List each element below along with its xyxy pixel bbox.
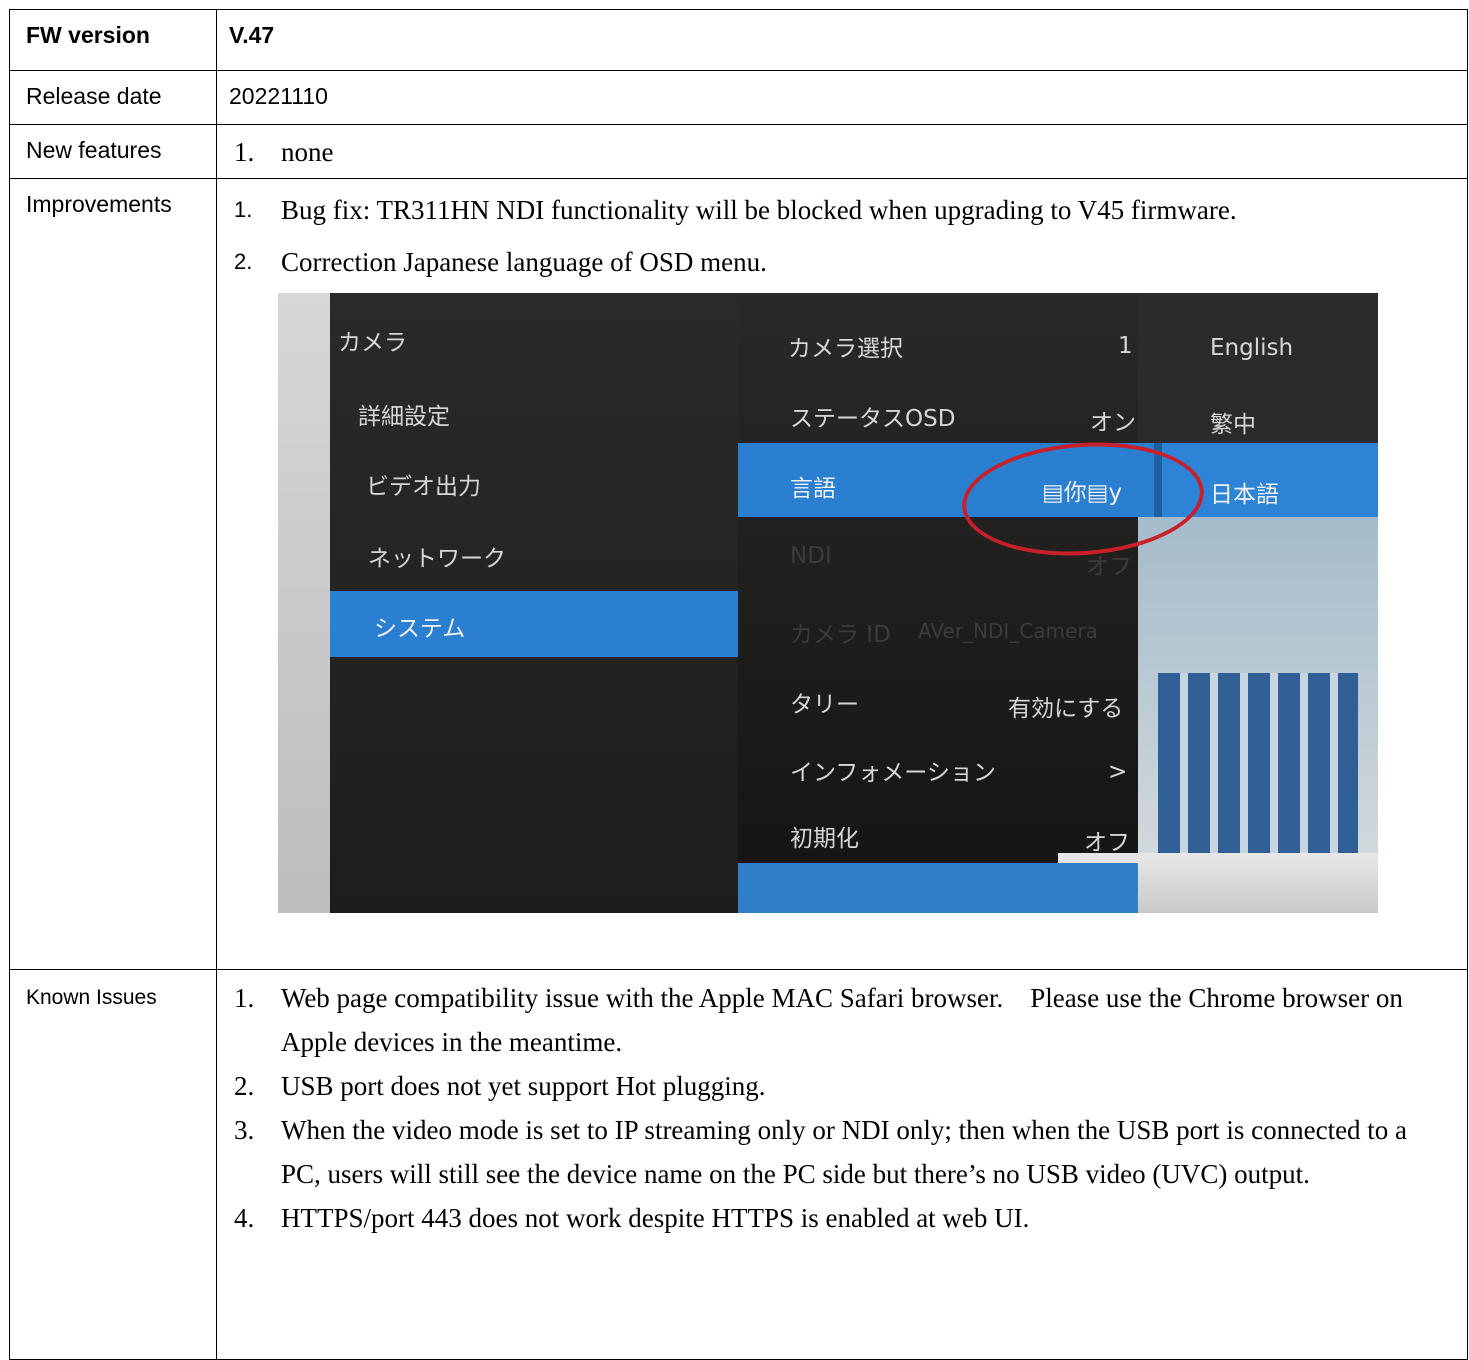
known-issues-label: Known Issues bbox=[26, 986, 157, 1009]
list-item: 2. USB port does not yet support Hot plug… bbox=[217, 1064, 1467, 1108]
osd-setting-label: NDI bbox=[790, 543, 832, 569]
list-text: USB port does not yet support Hot pluggi… bbox=[281, 1071, 766, 1101]
list-item: 4. HTTPS/port 443 does not work despite H… bbox=[217, 1196, 1467, 1240]
improvements-value-cell: 1. Bug fix: TR311HN NDI functionality wil… bbox=[216, 178, 1468, 970]
osd-setting-value: 1 bbox=[1118, 333, 1133, 359]
known-issues-value-cell: 1. Web page compatibility issue with the … bbox=[216, 969, 1468, 1360]
osd-setting-value: AVer_NDI_Camera bbox=[918, 619, 1098, 643]
list-text: none bbox=[281, 137, 334, 167]
osd-setting-value: オフ bbox=[1084, 830, 1130, 856]
osd-menu-photo: カメラ 詳細設定 ビデオ出力 ネットワーク システム カメラ選択 1 ステータス… bbox=[278, 293, 1378, 913]
list-number: 4. bbox=[234, 1203, 255, 1233]
osd-setting-label: 初期化 bbox=[790, 826, 859, 852]
list-item: 1. none bbox=[217, 130, 1467, 174]
osd-language-option: 繁中 bbox=[1210, 412, 1256, 438]
osd-setting-label: カメラ ID bbox=[790, 622, 891, 648]
list-text: Web page compatibility issue with the Ap… bbox=[281, 983, 1409, 1057]
list-text: HTTPS/port 443 does not work despite HTT… bbox=[281, 1203, 1030, 1233]
osd-setting-value: 有効にする bbox=[1008, 696, 1124, 722]
list-number: 1. bbox=[234, 197, 253, 222]
photo-margin bbox=[278, 293, 330, 913]
osd-language-option: English bbox=[1210, 335, 1294, 361]
osd-menu-item: システム bbox=[374, 616, 466, 642]
osd-setting-label: 言語 bbox=[790, 476, 836, 502]
list-item: 1. Web page compatibility issue with the … bbox=[217, 976, 1467, 1064]
improvements-label-cell: Improvements bbox=[9, 178, 217, 970]
osd-menu-item: 詳細設定 bbox=[358, 404, 450, 430]
list-number: 3. bbox=[234, 1115, 255, 1145]
osd-setting-value: オン bbox=[1090, 410, 1136, 436]
release-date-value: 20221110 bbox=[229, 83, 328, 109]
list-number: 1. bbox=[234, 983, 255, 1013]
list-text: When the video mode is set to IP streami… bbox=[281, 1115, 1408, 1189]
osd-language-option: 日本語 bbox=[1210, 482, 1279, 508]
list-text: Bug fix: TR311HN NDI functionality will … bbox=[281, 195, 1237, 225]
osd-menu-item: ビデオ出力 bbox=[366, 474, 481, 500]
list-number: 2. bbox=[234, 1071, 255, 1101]
osd-setting-value: > bbox=[1108, 759, 1128, 785]
new-features-label: New features bbox=[26, 137, 162, 163]
improvements-label: Improvements bbox=[26, 191, 172, 217]
osd-setting-label: インフォメーション bbox=[790, 760, 996, 786]
new-features-label-cell: New features bbox=[9, 124, 217, 179]
folders-background bbox=[1158, 673, 1358, 853]
fw-version-value: V.47 bbox=[229, 22, 275, 48]
list-number: 1. bbox=[234, 137, 255, 167]
release-date-label: Release date bbox=[26, 83, 162, 109]
osd-menu-item: ネットワーク bbox=[368, 546, 506, 572]
release-date-label-cell: Release date bbox=[9, 70, 217, 125]
known-issues-label-cell: Known Issues bbox=[9, 969, 217, 1360]
list-item: 3. When the video mode is set to IP strea… bbox=[217, 1108, 1467, 1196]
fw-version-value-cell: V.47 bbox=[216, 9, 1468, 71]
fw-version-label: FW version bbox=[26, 22, 150, 48]
osd-setting-label: ステータスOSD bbox=[790, 406, 956, 432]
new-features-value-cell: 1. none bbox=[216, 124, 1468, 179]
list-number: 2. bbox=[234, 249, 253, 274]
list-text: Correction Japanese language of OSD menu… bbox=[281, 247, 767, 277]
release-date-value-cell: 20221110 bbox=[216, 70, 1468, 125]
osd-language-panel bbox=[1138, 293, 1378, 443]
osd-setting-label: タリー bbox=[790, 692, 859, 718]
osd-setting-label: カメラ選択 bbox=[788, 336, 903, 362]
list-item: 1. Bug fix: TR311HN NDI functionality wil… bbox=[217, 191, 1467, 229]
osd-blue-strip bbox=[738, 863, 1138, 913]
fw-version-label-cell: FW version bbox=[9, 9, 217, 71]
osd-menu-item: カメラ bbox=[338, 330, 407, 356]
list-item: 2. Correction Japanese language of OSD me… bbox=[217, 243, 1467, 281]
release-notes-table: FW version V.47 Release date 20221110 Ne… bbox=[9, 9, 1468, 1360]
